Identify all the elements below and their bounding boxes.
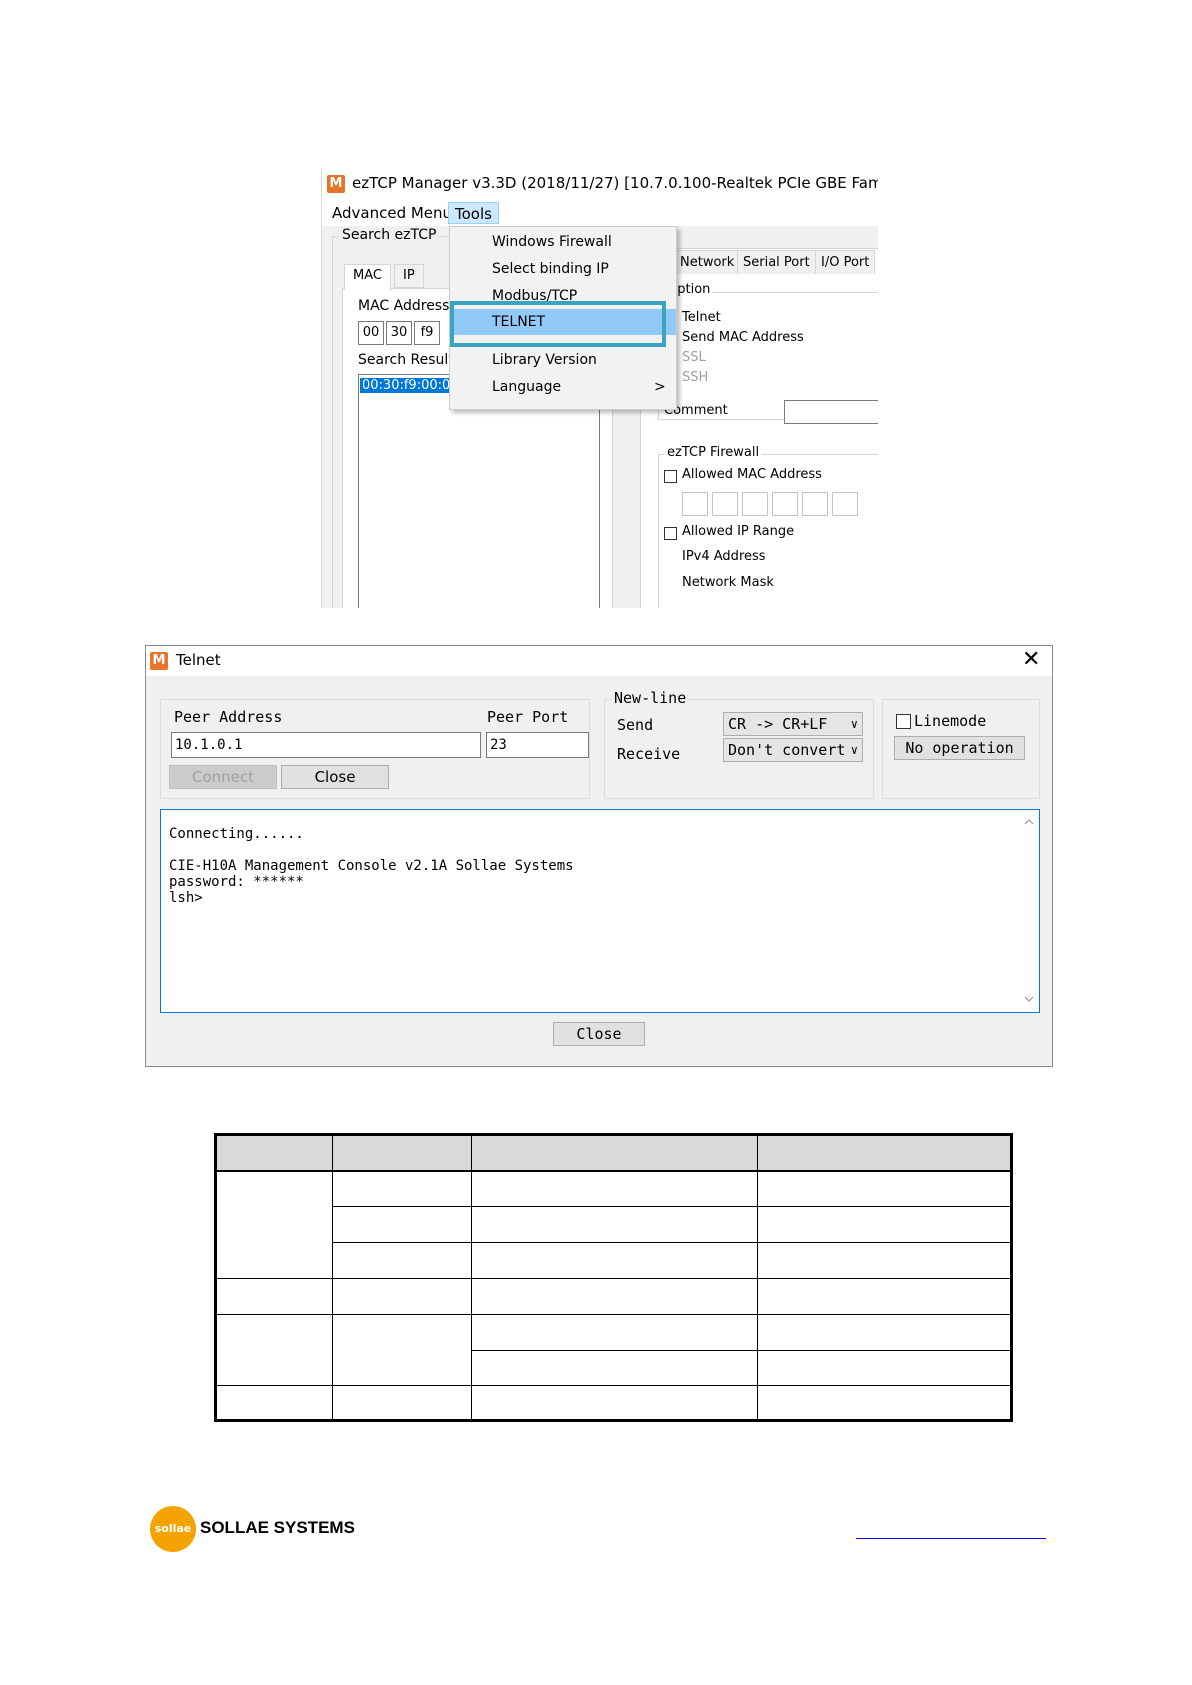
close-connection-button[interactable]: Close xyxy=(281,765,389,789)
tab-serial-port[interactable]: Serial Port xyxy=(737,250,816,274)
send-newline-value: CR -> CR+LF xyxy=(728,715,828,733)
table-rule xyxy=(217,1385,1010,1386)
receive-newline-select[interactable]: Don't convert ∨ xyxy=(723,738,863,762)
receive-label: Receive xyxy=(617,745,681,763)
chevron-down-icon: ∨ xyxy=(850,717,858,731)
empty-table xyxy=(214,1133,1013,1422)
sollae-logo: sollae xyxy=(150,1506,196,1552)
telnet-app-icon: M xyxy=(150,652,168,670)
peer-address-label: Peer Address xyxy=(174,708,283,726)
allowed-mac-octet xyxy=(832,492,858,516)
allowed-mac-octet xyxy=(772,492,798,516)
telnet-title: Telnet xyxy=(176,651,221,669)
send-mac-label: Send MAC Address xyxy=(682,330,804,345)
ipv4-address-label: IPv4 Address xyxy=(682,549,766,564)
send-label: Send xyxy=(617,716,654,734)
peer-port-input[interactable]: 23 xyxy=(486,732,589,758)
allowed-mac-label: Allowed MAC Address xyxy=(682,467,822,482)
tab-mac[interactable]: MAC xyxy=(344,264,391,290)
linemode-label: Linemode xyxy=(914,712,987,730)
table-rule xyxy=(217,1278,1010,1279)
menu-advanced[interactable]: Advanced Menu xyxy=(326,202,458,224)
ssl-label: SSL xyxy=(682,350,706,365)
menu-item-label: Modbus/TCP xyxy=(492,288,578,303)
newline-group-label: New-line xyxy=(612,689,689,707)
send-newline-select[interactable]: CR -> CR+LF ∨ xyxy=(723,712,863,736)
menu-item-label: Language xyxy=(492,379,562,395)
table-rule xyxy=(471,1350,1010,1351)
mac-octet-field[interactable]: 00 xyxy=(358,321,384,345)
company-name: SOLLAE SYSTEMS xyxy=(200,1518,355,1537)
menu-item-language[interactable]: Language > xyxy=(450,374,676,400)
receive-newline-value: Don't convert xyxy=(728,741,846,759)
peer-port-label: Peer Port xyxy=(487,708,569,726)
tab-io-port[interactable]: I/O Port xyxy=(815,250,876,274)
connect-button[interactable]: Connect xyxy=(169,765,277,789)
menu-item-label: Select binding IP xyxy=(492,261,609,277)
mac-octet-field[interactable]: 30 xyxy=(386,321,412,345)
menu-tools[interactable]: Tools xyxy=(448,202,499,224)
scroll-arrows-icon xyxy=(1024,819,1034,1002)
telnet-callout-box xyxy=(450,301,666,347)
bottom-close-button[interactable]: Close xyxy=(553,1022,645,1046)
peer-address-input[interactable]: 10.1.0.1 xyxy=(171,732,481,758)
comment-input[interactable] xyxy=(784,400,878,424)
mac-address-label: MAC Address xyxy=(358,298,450,314)
eztcp-menubar: Advanced Menu Tools xyxy=(322,200,878,226)
eztcp-title: ezTCP Manager v3.3D (2018/11/27) [10.7.0… xyxy=(352,174,878,192)
menu-item-modbus-tcp[interactable]: Modbus/TCP xyxy=(450,283,676,303)
eztcp-titlebar: M ezTCP Manager v3.3D (2018/11/27) [10.7… xyxy=(322,168,878,200)
close-icon[interactable]: ✕ xyxy=(1022,647,1040,673)
telnet-label: Telnet xyxy=(682,310,721,325)
console-scrollbar[interactable] xyxy=(1020,811,1038,1011)
menu-item-select-binding-ip[interactable]: Select binding IP xyxy=(450,256,676,282)
allowed-mac-octet xyxy=(802,492,828,516)
table-rule xyxy=(471,1136,472,1419)
tab-network[interactable]: Network xyxy=(674,250,741,274)
search-result-item[interactable]: 00:30:f9:00:0 xyxy=(360,378,453,393)
menu-item-windows-firewall[interactable]: Windows Firewall xyxy=(450,229,676,255)
table-rule xyxy=(217,1170,1010,1172)
menu-item-library-version[interactable]: Library Version xyxy=(450,347,676,373)
table-rule xyxy=(217,1314,1010,1315)
eztcp-manager-window: M ezTCP Manager v3.3D (2018/11/27) [10.7… xyxy=(321,168,878,608)
table-rule xyxy=(332,1242,1010,1243)
allowed-mac-checkbox[interactable] xyxy=(664,470,677,483)
firewall-group-label: ezTCP Firewall xyxy=(664,445,763,460)
linemode-checkbox[interactable] xyxy=(896,714,911,729)
console-line: password: ****** xyxy=(169,874,304,890)
table-rule xyxy=(332,1206,1010,1207)
telnet-titlebar: M Telnet ✕ xyxy=(146,646,1052,676)
eztcp-app-icon: M xyxy=(327,175,345,193)
search-eztcp-label: Search ezTCP xyxy=(339,227,440,243)
menu-item-label: Library Version xyxy=(492,352,597,368)
console-line: CIE-H10A Management Console v2.1A Sollae… xyxy=(169,858,574,874)
allowed-mac-octet xyxy=(712,492,738,516)
telnet-console[interactable]: Connecting...... CIE-H10A Management Con… xyxy=(160,809,1040,1013)
allowed-mac-octet xyxy=(742,492,768,516)
table-rule xyxy=(757,1136,758,1419)
telnet-window: M Telnet ✕ Peer Address 10.1.0.1 Peer Po… xyxy=(145,645,1053,1067)
network-mask-label: Network Mask xyxy=(682,575,774,590)
console-line: lsh> xyxy=(169,890,203,906)
menu-item-label: Windows Firewall xyxy=(492,234,612,250)
table-rule xyxy=(332,1136,333,1419)
table-header-row xyxy=(217,1136,1010,1170)
footer-link-underline[interactable] xyxy=(856,1538,1046,1539)
tab-ip[interactable]: IP xyxy=(394,264,424,288)
allowed-ip-checkbox[interactable] xyxy=(664,527,677,540)
no-operation-button[interactable]: No operation xyxy=(894,736,1025,760)
console-line: Connecting...... xyxy=(169,826,304,842)
ssh-label: SSH xyxy=(682,370,709,385)
mac-octet-field[interactable]: f9 xyxy=(414,321,440,345)
chevron-down-icon: ∨ xyxy=(850,743,858,757)
search-results-label: Search Results xyxy=(358,352,462,368)
allowed-ip-label: Allowed IP Range xyxy=(682,524,795,539)
chevron-right-icon: > xyxy=(654,379,666,395)
allowed-mac-octet xyxy=(682,492,708,516)
